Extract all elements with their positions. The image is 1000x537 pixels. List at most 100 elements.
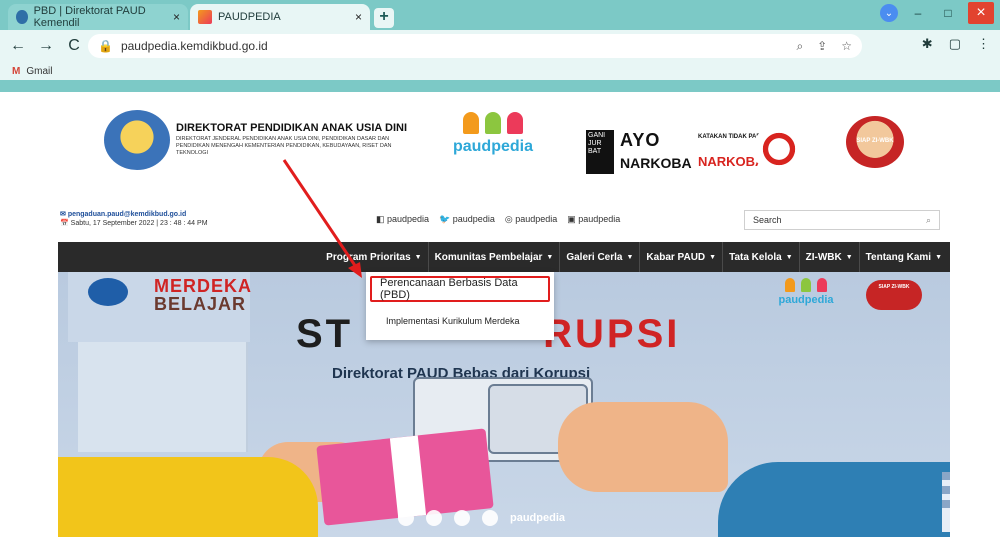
merdeka-belajar-logo: MERDEKA BELAJAR [68, 272, 251, 342]
directorate-title: DIREKTORAT PENDIDIKAN ANAK USIA DINI [176, 122, 408, 134]
paudpedia-small-logo: paudpedia [766, 278, 846, 318]
lock-icon: 🔒 [98, 39, 113, 53]
contact-info: ✉ pengaduan.paud@kemdikbud.go.id 📅 Sabtu… [60, 210, 208, 228]
tab-title: PBD | Direktorat PAUD Kemendil [33, 5, 146, 29]
carousel-dot[interactable] [942, 486, 950, 494]
chevron-down-icon: ▼ [626, 253, 634, 261]
instagram-icon[interactable] [482, 510, 498, 526]
site-favicon-icon [16, 10, 28, 24]
site-header: DIREKTORAT PENDIDIKAN ANAK USIA DINI DIR… [58, 92, 950, 192]
kemdikbud-logo [88, 278, 128, 306]
figure-icon [785, 278, 795, 292]
siap-zi-wbk-badge: SIAP ZI-WBK [844, 114, 906, 170]
twitter-link[interactable]: 🐦 paudpedia [439, 214, 495, 225]
banner-side-text: GANI JUR BAT [586, 130, 614, 174]
nav-zi-wbk[interactable]: ZI-WBK ▼ [800, 242, 860, 272]
search-icon[interactable]: ⌕ [926, 215, 931, 226]
close-window-button[interactable]: × [968, 2, 994, 24]
carousel-dot[interactable] [942, 500, 950, 508]
chevron-down-icon: ▼ [546, 253, 554, 261]
bookmarks-bar: M Gmail [0, 62, 1000, 80]
chevron-down-icon: ▼ [935, 253, 942, 261]
search-input[interactable]: Search ⌕ [744, 210, 940, 230]
address-bar[interactable]: 🔒 paudpedia.kemdikbud.go.id ⌕ ⇪ ☆ [88, 34, 862, 58]
tab-paudpedia[interactable]: PAUDPEDIA × [190, 4, 370, 30]
forward-icon[interactable]: → [38, 37, 54, 55]
menu-item-pbd[interactable]: Perencanaan Berbasis Data (PBD) [370, 276, 550, 302]
banner-narkoba: NARKOBA [620, 155, 692, 171]
search-placeholder: Search [753, 215, 782, 225]
youtube-icon[interactable] [426, 510, 442, 526]
current-datetime: 📅 Sabtu, 17 September 2022 | 23 : 48 : 4… [60, 220, 208, 227]
tab-strip: PBD | Direktorat PAUD Kemendil × PAUDPED… [0, 0, 1000, 30]
figure-orange-icon [463, 112, 479, 134]
stop-hands-icon [752, 126, 806, 172]
social-links: ◧ paudpedia 🐦 paudpedia ◎ paudpedia ▣ pa… [376, 214, 620, 225]
window-controls: ⌄ – □ × [880, 0, 1000, 26]
menu-item-kurikulum-merdeka[interactable]: Implementasi Kurikulum Merdeka [366, 308, 554, 334]
contact-email[interactable]: ✉ pengaduan.paud@kemdikbud.go.id [60, 210, 208, 219]
figure-green-icon [485, 112, 501, 134]
twitter-icon[interactable] [398, 510, 414, 526]
chevron-down-icon: ▼ [845, 253, 853, 261]
program-prioritas-dropdown: Perencanaan Berbasis Data (PBD) Implemen… [366, 272, 554, 340]
main-navigation: Program Prioritas ▼ Komunitas Pembelajar ▼… [58, 242, 950, 272]
chevron-down-icon: ▼ [709, 253, 717, 261]
menu-icon[interactable]: ⋮ [977, 36, 990, 52]
close-tab-icon[interactable]: × [355, 10, 362, 24]
new-tab-button[interactable]: + [374, 8, 394, 28]
bookmark-gmail[interactable]: Gmail [26, 66, 52, 77]
gmail-icon: M [12, 65, 21, 77]
bookmark-star-icon[interactable]: ☆ [841, 39, 852, 54]
chevron-down-icon: ▼ [414, 253, 422, 261]
nav-galeri-cerla[interactable]: Galeri Cerla ▼ [560, 242, 641, 272]
carousel-dot[interactable] [942, 472, 950, 480]
close-tab-icon[interactable]: × [173, 10, 180, 24]
blue-sleeve-illustration [718, 462, 950, 537]
refusing-hand-illustration [558, 402, 728, 492]
minimize-button[interactable]: – [908, 6, 928, 20]
banner-ayo: AYO [620, 130, 661, 150]
directorate-subtitle: DIREKTORAT JENDERAL PENDIDIKAN ANAK USIA… [176, 136, 392, 156]
chevron-down-icon: ▼ [785, 253, 793, 261]
stop-right: RUPSI [543, 312, 681, 356]
figure-red-icon [507, 112, 523, 134]
toolbar-right: ✱ ▢ ⋮ [922, 36, 990, 52]
maximize-button[interactable]: □ [938, 6, 958, 20]
nav-komunitas-pembelajar[interactable]: Komunitas Pembelajar ▼ [429, 242, 561, 272]
anti-drug-banner: GANI JUR BAT AYO NARKOBA KATAKAN TIDAK P… [586, 120, 816, 182]
hero-brand: paudpedia [510, 512, 566, 524]
page-content: DIREKTORAT PENDIDIKAN ANAK USIA DINI DIR… [58, 92, 950, 537]
tab-title: PAUDPEDIA [218, 11, 281, 23]
share-icon[interactable]: ⇪ [817, 39, 827, 54]
paudpedia-wordmark: paudpedia [452, 138, 533, 155]
stop-left: ST [296, 312, 354, 356]
facebook-link[interactable]: ◧ paudpedia [376, 214, 429, 225]
tut-wuri-handayani-logo [104, 110, 170, 170]
nav-tentang-kami[interactable]: Tentang Kami ▼ [860, 242, 948, 272]
back-icon[interactable]: ← [10, 37, 26, 55]
belajar-text: BELAJAR [154, 294, 247, 314]
paudpedia-logo[interactable]: paudpedia [438, 112, 548, 182]
tab-pbd[interactable]: PBD | Direktorat PAUD Kemendil × [8, 4, 188, 30]
facebook-icon[interactable] [454, 510, 470, 526]
figure-icon [801, 278, 811, 292]
youtube-link[interactable]: ▣ paudpedia [567, 214, 620, 225]
instagram-link[interactable]: ◎ paudpedia [505, 214, 557, 225]
figure-icon [817, 278, 827, 292]
carousel-indicators [942, 472, 950, 532]
url-text: paudpedia.kemdikbud.go.id [120, 39, 268, 53]
site-favicon-icon [198, 10, 212, 24]
hero-social-footer: paudpedia [398, 510, 565, 526]
side-panel-icon[interactable]: ▢ [949, 36, 961, 52]
profile-chevron-icon[interactable]: ⌄ [880, 4, 898, 22]
siap-small-badge: SIAP ZI-WBK [866, 280, 922, 310]
siap-badge-text: SIAP ZI-WBK [856, 138, 894, 144]
nav-kabar-paud[interactable]: Kabar PAUD ▼ [640, 242, 724, 272]
reload-icon[interactable]: C [66, 37, 82, 55]
zoom-icon[interactable]: ⌕ [796, 39, 803, 54]
nav-tata-kelola[interactable]: Tata Kelola ▼ [723, 242, 800, 272]
extensions-icon[interactable]: ✱ [922, 36, 933, 52]
yellow-sleeve-illustration [58, 457, 318, 537]
nav-program-prioritas[interactable]: Program Prioritas ▼ [320, 242, 429, 272]
